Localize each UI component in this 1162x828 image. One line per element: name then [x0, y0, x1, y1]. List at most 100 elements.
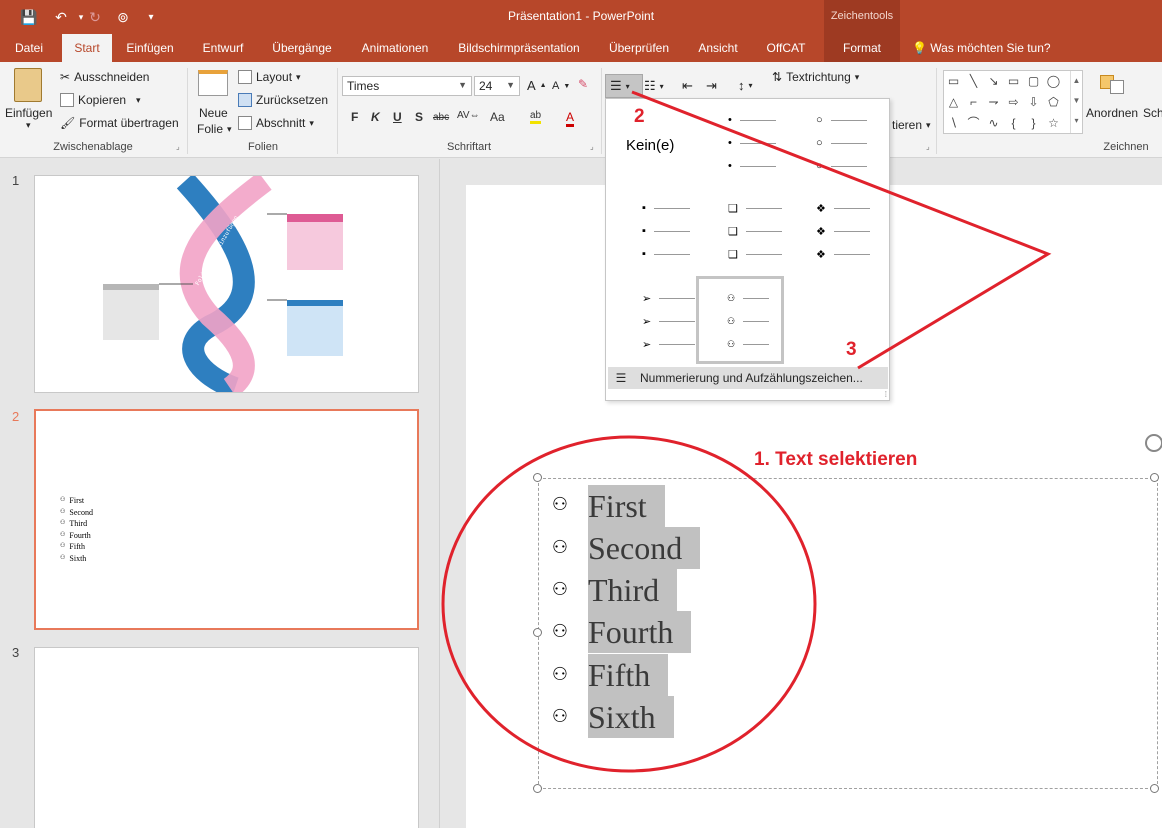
- paste-button[interactable]: [14, 68, 42, 102]
- star-shape-icon[interactable]: ☆: [1046, 116, 1061, 130]
- bullet-option-square[interactable]: ▪ ▪ ▪: [642, 201, 720, 273]
- paste-dropdown-icon[interactable]: ▾: [26, 120, 31, 131]
- slide-thumbnail-panel[interactable]: 1 Folientitel hinzufügen 2 ⚇ First ⚇ Secon…: [0, 159, 440, 828]
- font-color-icon[interactable]: A: [566, 110, 575, 127]
- bullet-option-diamond[interactable]: ❖ ❖ ❖: [816, 201, 894, 273]
- tab-ueberpruefen[interactable]: Überprüfen: [600, 34, 678, 62]
- arrow-line-shape-icon[interactable]: ↘: [986, 74, 1001, 88]
- tab-animationen[interactable]: Animationen: [352, 34, 438, 62]
- down-arrow-shape-icon[interactable]: ⇩: [1026, 95, 1041, 109]
- arrange-icon[interactable]: [1100, 70, 1124, 94]
- list-item[interactable]: Fourth: [588, 611, 692, 653]
- list-item[interactable]: Fifth: [588, 654, 669, 696]
- rectangle-shape-icon[interactable]: ▭: [1006, 74, 1021, 88]
- resize-handle-br[interactable]: [1150, 784, 1159, 793]
- font-size-combo[interactable]: 24 ▼: [474, 76, 520, 96]
- layout-button[interactable]: Layout ▾: [238, 70, 301, 84]
- tab-format[interactable]: Format: [824, 34, 900, 62]
- list-item[interactable]: Second: [588, 527, 701, 569]
- list-item[interactable]: First: [588, 485, 665, 527]
- clear-formatting-icon[interactable]: ✎: [578, 77, 588, 91]
- paragraph-launcher-icon[interactable]: ⌟: [926, 142, 930, 151]
- tab-ansicht[interactable]: Ansicht: [690, 34, 746, 62]
- strikethrough-button[interactable]: abc: [433, 112, 449, 123]
- section-icon: [238, 116, 252, 130]
- cut-button[interactable]: ✂ Ausschneiden: [60, 70, 149, 84]
- grow-font-icon[interactable]: A ▲: [527, 78, 547, 93]
- text-direction-button[interactable]: ⇅ Textrichtung ▾: [772, 70, 859, 84]
- line-spacing-icon[interactable]: ↕ ▾: [738, 78, 753, 93]
- character-spacing-icon[interactable]: AV⇔: [457, 110, 480, 121]
- slide-thumbnail-3[interactable]: [34, 647, 419, 828]
- shrink-font-icon[interactable]: A ▼: [552, 80, 570, 92]
- tab-entwurf[interactable]: Entwurf: [194, 34, 252, 62]
- new-slide-button[interactable]: [198, 70, 228, 96]
- tab-start[interactable]: Start: [62, 34, 112, 62]
- elbow-arrow-shape-icon[interactable]: ⇁: [986, 95, 1001, 109]
- change-case-button[interactable]: Aa: [490, 110, 505, 124]
- tell-me-box[interactable]: 💡 Was möchten Sie tun?: [912, 34, 1072, 62]
- bullet-icon: ⚇: [551, 494, 569, 514]
- resize-handle-bl[interactable]: [533, 784, 542, 793]
- smartart-convert-button[interactable]: tieren ▾: [892, 118, 931, 132]
- resize-handle-ml[interactable]: [533, 628, 542, 637]
- slide-thumbnail-2[interactable]: ⚇ First ⚇ Second ⚇ Third ⚇ Fourth ⚇ Fifth ⚇ Si…: [34, 409, 419, 630]
- decrease-indent-icon[interactable]: ⇤: [682, 78, 693, 94]
- shapes-gallery[interactable]: ▭ ╲ ↘ ▭ ▢ ◯ △ ⌐ ⇁ ⇨ ⇩ ⬠ ∖ ⌒ ∿ { } ☆ ▲ ▼ ▾: [943, 70, 1083, 134]
- slide-thumbnail-1[interactable]: Folientitel hinzufügen: [34, 172, 419, 399]
- bullet-option-people-selected[interactable]: ⚇ ⚇ ⚇: [696, 276, 784, 364]
- reset-button[interactable]: Zurücksetzen: [238, 93, 328, 107]
- section-button[interactable]: Abschnitt ▾: [238, 116, 314, 130]
- rotate-handle-icon[interactable]: [1145, 434, 1162, 452]
- oval-shape-icon[interactable]: ◯: [1046, 74, 1061, 88]
- clipboard-launcher-icon[interactable]: ⌟: [176, 142, 180, 151]
- block-arrow-shape-icon[interactable]: ⇨: [1006, 95, 1021, 109]
- highlight-color-icon[interactable]: ab: [530, 110, 542, 124]
- underline-button[interactable]: U: [393, 110, 402, 124]
- italic-button[interactable]: K: [371, 110, 380, 124]
- list-item[interactable]: Sixth: [588, 696, 674, 738]
- quick-styles-button[interactable]: Sch: [1143, 106, 1162, 120]
- brace-left-shape-icon[interactable]: {: [1006, 116, 1021, 130]
- numbering-button[interactable]: ☷ ▾: [644, 78, 664, 94]
- triangle-shape-icon[interactable]: △: [946, 95, 961, 109]
- line-shape-icon[interactable]: ╲: [966, 74, 981, 88]
- tab-einfuegen[interactable]: Einfügen: [118, 34, 182, 62]
- resize-handle-tl[interactable]: [533, 473, 542, 482]
- bullet-icon: ⚇: [60, 508, 66, 515]
- arc-shape-icon[interactable]: ⌒: [966, 116, 981, 130]
- smartart-dropdown-icon: ▾: [926, 119, 931, 130]
- tab-uebergaenge[interactable]: Übergänge: [264, 34, 340, 62]
- curve-shape-icon[interactable]: ∖: [946, 116, 961, 130]
- layout-icon: [238, 70, 252, 84]
- shadow-button[interactable]: S: [415, 110, 423, 124]
- increase-indent-icon[interactable]: ⇥: [706, 78, 717, 94]
- format-painter-button[interactable]: 🖌 Format übertragen: [60, 116, 179, 130]
- pentagon-shape-icon[interactable]: ⬠: [1046, 95, 1061, 109]
- textbox-shape-icon[interactable]: ▭: [946, 74, 961, 88]
- gallery-scroll[interactable]: ▲ ▼ ▾: [1070, 71, 1082, 133]
- bullet-option-hollow-square[interactable]: ❑ ❑ ❑: [728, 201, 806, 273]
- list-item[interactable]: Third: [588, 569, 678, 611]
- resize-handle-tr[interactable]: [1150, 473, 1159, 482]
- font-launcher-icon[interactable]: ⌟: [590, 142, 594, 151]
- menu-resize-grip-icon[interactable]: ⁞: [885, 390, 887, 399]
- tab-datei[interactable]: Datei: [4, 34, 54, 62]
- freeform-shape-icon[interactable]: ∿: [986, 116, 1001, 130]
- tab-bildschirmpraesentation[interactable]: Bildschirmpräsentation: [448, 34, 590, 62]
- bullet-option-none[interactable]: Kein(e): [618, 105, 696, 177]
- bold-button[interactable]: F: [351, 110, 358, 124]
- bullets-and-numbering-menu-item[interactable]: ☰ Nummerierung und Aufzählungszeichen...: [608, 367, 888, 389]
- copy-button[interactable]: Kopieren ▾: [60, 93, 141, 107]
- arrange-button[interactable]: Anordnen: [1086, 106, 1138, 120]
- elbow-connector-shape-icon[interactable]: ⌐: [966, 95, 981, 109]
- bullet-option-hollow-circle[interactable]: ○ ○ ○: [816, 113, 894, 185]
- list-item: ⚇ First: [60, 496, 85, 505]
- bullet-icon: ⚇: [551, 579, 569, 599]
- bullet-option-small-dot[interactable]: • • •: [728, 113, 806, 185]
- bullets-button[interactable]: ☰ ▾: [605, 74, 643, 98]
- rounded-rectangle-shape-icon[interactable]: ▢: [1026, 74, 1041, 88]
- brace-right-shape-icon[interactable]: }: [1026, 116, 1041, 130]
- font-name-combo[interactable]: Times ▼: [342, 76, 472, 96]
- tab-offcat[interactable]: OffCAT: [756, 34, 816, 62]
